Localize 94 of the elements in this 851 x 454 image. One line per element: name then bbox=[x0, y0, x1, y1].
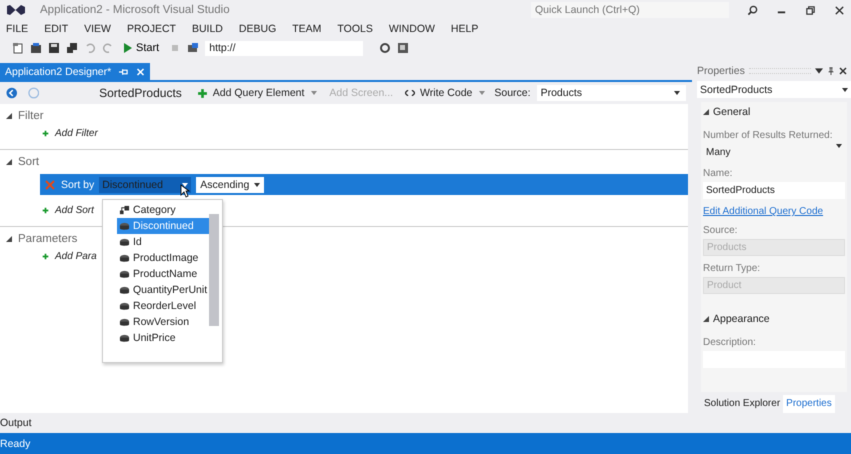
edit-query-code-link[interactable]: Edit Additional Query Code bbox=[703, 206, 845, 217]
menu-item[interactable]: TEAM bbox=[289, 22, 330, 34]
property-icon bbox=[119, 236, 130, 248]
field-list-item[interactable]: QuantityPerUnit bbox=[117, 282, 209, 298]
property-icon bbox=[119, 300, 130, 312]
back-icon[interactable] bbox=[6, 87, 18, 99]
play-icon bbox=[124, 43, 132, 53]
source-dropdown[interactable]: Products bbox=[536, 85, 686, 101]
start-button[interactable]: Start bbox=[120, 42, 164, 54]
caret-icon bbox=[311, 91, 318, 95]
field-label: Return Type: bbox=[703, 263, 762, 274]
group-title: Appearance bbox=[713, 313, 770, 325]
menu-item[interactable]: PROJECT bbox=[124, 22, 184, 34]
browser-icon[interactable] bbox=[187, 42, 200, 54]
group-title: General bbox=[713, 106, 750, 118]
field-label: Source: bbox=[703, 225, 738, 236]
menu-item[interactable]: DEBUG bbox=[236, 22, 284, 34]
code-icon bbox=[405, 90, 416, 96]
open-icon[interactable] bbox=[30, 42, 42, 54]
add-link[interactable]: Add Filter bbox=[55, 128, 98, 139]
panel-menu-icon[interactable] bbox=[815, 66, 823, 74]
caret-icon bbox=[836, 144, 842, 148]
expander-icon[interactable] bbox=[6, 113, 12, 119]
caret-icon bbox=[182, 182, 188, 186]
field-list-item[interactable]: Id bbox=[117, 234, 209, 250]
pin-icon[interactable] bbox=[827, 66, 835, 74]
field-label: Description: bbox=[703, 337, 757, 348]
menu-item[interactable]: FILE bbox=[3, 22, 36, 34]
menu-item[interactable]: TOOLS bbox=[334, 22, 381, 34]
add-link[interactable]: Add Sort bbox=[55, 205, 94, 216]
text-field[interactable]: SortedProducts bbox=[703, 182, 845, 199]
save-all-icon[interactable] bbox=[66, 42, 78, 54]
property-icon bbox=[119, 268, 130, 280]
restore-icon[interactable] bbox=[805, 4, 816, 16]
caret-icon bbox=[674, 91, 680, 95]
window-title: Application2 - Microsoft Visual Studio bbox=[40, 4, 230, 16]
field-list-item[interactable]: UnitPrice bbox=[117, 330, 209, 346]
new-project-icon[interactable] bbox=[12, 42, 24, 54]
relationship-icon bbox=[119, 204, 130, 216]
panel-tab[interactable]: Solution Explorer bbox=[701, 395, 784, 413]
menu-item[interactable]: EDIT bbox=[41, 22, 76, 34]
field-list-item[interactable]: ProductName bbox=[117, 266, 209, 282]
query-name: SortedProducts bbox=[99, 86, 182, 100]
expander-icon[interactable] bbox=[703, 316, 709, 322]
source-label: Source: bbox=[494, 87, 531, 99]
plus-icon bbox=[196, 88, 208, 98]
window-icon[interactable] bbox=[397, 42, 410, 54]
results-dropdown[interactable]: Many bbox=[703, 144, 845, 161]
section-title: Parameters bbox=[18, 233, 78, 245]
write-code-button[interactable]: Write Code bbox=[402, 87, 488, 99]
plus-icon bbox=[42, 253, 49, 260]
object-dropdown[interactable]: SortedProducts bbox=[697, 81, 851, 98]
add-link[interactable]: Add Para bbox=[55, 251, 97, 262]
property-icon bbox=[119, 252, 130, 264]
expander-icon[interactable] bbox=[6, 159, 12, 165]
expander-icon[interactable] bbox=[703, 109, 709, 115]
menu-item[interactable]: HELP bbox=[448, 22, 486, 34]
caret-icon bbox=[254, 182, 260, 186]
property-icon bbox=[119, 316, 130, 328]
field-list-item[interactable]: ReorderLevel bbox=[117, 298, 209, 314]
panel-tab[interactable]: Properties bbox=[783, 395, 835, 413]
field-list-item[interactable]: ProductImage bbox=[117, 250, 209, 266]
search-icon[interactable] bbox=[747, 4, 758, 16]
logo-icon bbox=[6, 2, 26, 18]
menu-item[interactable]: BUILD bbox=[188, 22, 231, 34]
property-icon bbox=[119, 284, 130, 296]
save-icon[interactable] bbox=[48, 42, 60, 54]
sort-by-label: Sort by bbox=[61, 178, 94, 190]
close-icon[interactable] bbox=[839, 66, 847, 74]
close-icon[interactable] bbox=[834, 4, 845, 16]
plus-icon bbox=[42, 130, 49, 137]
menu-item[interactable]: VIEW bbox=[81, 22, 119, 34]
panel-title: Properties bbox=[697, 64, 745, 76]
plus-icon bbox=[42, 207, 49, 214]
section-title: Sort bbox=[18, 156, 40, 168]
field-label: Number of Results Returned: bbox=[703, 130, 834, 141]
menu-item[interactable]: WINDOW bbox=[386, 22, 443, 34]
expander-icon[interactable] bbox=[6, 236, 12, 242]
property-icon bbox=[119, 220, 130, 232]
scrollbar[interactable] bbox=[209, 214, 219, 326]
url-field[interactable]: http:// bbox=[205, 40, 364, 56]
sort-direction-dropdown[interactable]: Ascending bbox=[196, 176, 264, 192]
caret-icon bbox=[479, 91, 486, 95]
add-query-element-button[interactable]: Add Query Element bbox=[194, 87, 320, 99]
field-list-item[interactable]: Discontinued bbox=[117, 218, 209, 234]
section-title: Filter bbox=[18, 110, 44, 122]
caret-icon bbox=[842, 88, 848, 92]
property-icon bbox=[119, 332, 130, 344]
field-list-item[interactable]: Category bbox=[117, 202, 209, 218]
output-tab[interactable]: Output bbox=[0, 417, 32, 429]
field-list-item[interactable]: RowVersion bbox=[117, 314, 209, 330]
status-text: Ready bbox=[0, 438, 30, 450]
quick-launch-field[interactable]: Quick Launch (Ctrl+Q) bbox=[531, 2, 729, 18]
field-label: Name: bbox=[703, 168, 734, 179]
